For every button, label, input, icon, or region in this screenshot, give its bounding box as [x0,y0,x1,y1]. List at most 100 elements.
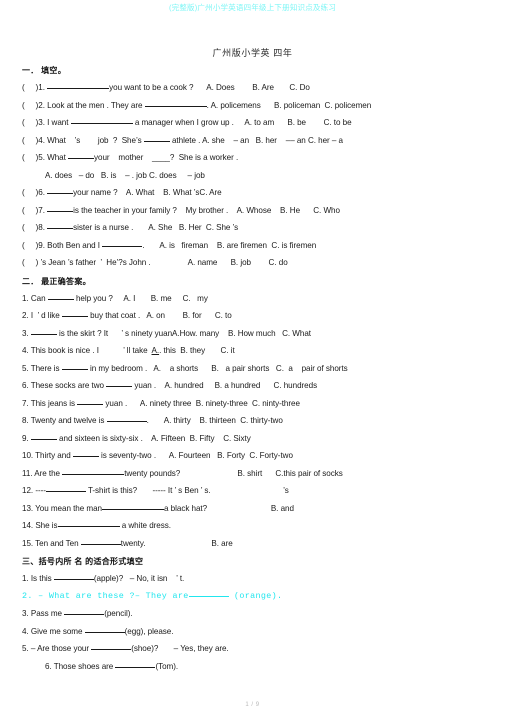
question-text-pre: This book is nice . I ’ ll take [30,346,152,355]
document-page: (完整版)广州小学英语四年级上下册知识点及练习 广州版小学英 四年 一． 填空。… [0,0,505,714]
section-heading-3: 三、括号内所 名 的适合形式填空 [22,557,144,566]
question-text: . A. is fireman B. are firemen C. is fir… [142,240,317,250]
question-text: help you ? A. I B. me C. my [73,293,208,303]
question-text-pre: Thirty and [35,451,73,460]
answer-blank[interactable] [102,238,143,247]
question-line: ( )2. Look at the men . They are . A. po… [0,97,505,115]
question-text: you want to be a cook ? A. Does B. Are C… [109,83,310,92]
question-line: 1. Can help you ? A. I B. me C. my [0,290,505,308]
answer-blank[interactable] [115,659,156,668]
question-number: ( ) [22,258,41,267]
question-text: . A. policemens B. policeman C. policeme… [206,100,372,110]
question-number: 9. [22,433,31,443]
question-number: 7. [22,398,31,408]
question-text-pre: I ’ d like [30,311,62,320]
question-text-pre: These socks are two [30,381,107,390]
answer-blank[interactable] [47,291,74,300]
answer-blank[interactable] [106,413,147,422]
answer-blank[interactable] [47,203,74,212]
question-number: 1. [22,574,31,583]
answer-blank[interactable] [53,571,94,580]
question-line: ( )7. is the teacher in your family ? My… [0,202,505,220]
answer-blank[interactable] [188,588,229,597]
question-text: your mother ____? She is a worker . [94,153,239,162]
question-line: 14. She is a white dress. [0,517,505,535]
answer-blank[interactable] [106,378,133,387]
answer-blank[interactable] [61,308,88,317]
question-number: 1. [22,293,31,303]
question-number: 6. [45,661,54,671]
question-text-pre: What ’s job ? She’s [47,135,144,145]
question-number: 12. [22,486,36,495]
answer-blank[interactable] [72,448,99,457]
question-text: a manager when I grow up . A. to am B. b… [132,118,352,127]
question-line: 1. Is this (apple)? – No, it isn ’ t. [0,570,505,588]
answer-blank[interactable] [57,518,120,527]
question-number: ( )5. [22,153,48,162]
section-1-items: ( )1. you want to be a cook ? A. Does B.… [0,79,505,272]
question-line: ( )1. you want to be a cook ? A. Does B.… [0,79,505,97]
question-number: ( )3. [22,118,48,127]
question-line: 4. Give me some (egg), please. [0,623,505,641]
question-text-pre: ---- [35,486,46,495]
answer-blank[interactable] [77,396,104,405]
answer-blank[interactable] [30,431,57,440]
watermark-header: (完整版)广州小学英语四年级上下册知识点及练习 [168,3,337,12]
question-number: 15. [22,538,36,548]
question-text: (egg), please. [124,626,174,636]
question-text: . A. thirty B. thirteen C. thirty-two [146,416,283,425]
answer-blank[interactable] [143,133,170,142]
document-body: 一． 填空。 ( )1. you want to be a cook ? A. … [0,64,505,675]
answer-blank[interactable] [80,536,121,545]
question-text: (shoe)? – Yes, they are. [131,644,229,653]
question-text: (Tom). [155,661,179,671]
question-number: ( )2. [22,100,48,110]
question-number: 6. [22,381,31,390]
question-line: 5. There is in my bedroom . A. a shorts … [0,360,505,378]
answer-blank[interactable] [102,501,165,510]
question-text: buy that coat . A. on B. for C. to [87,311,232,320]
question-text: is seventy-two . A. Fourteen B. Forty C.… [98,451,293,460]
question-text: (orange). [228,590,283,601]
question-text: is the teacher in your family ? My broth… [73,205,340,215]
question-line: 3. Pass me (pencil). [0,605,505,623]
question-text: your name ? A. What B. What ’sC. Are [73,188,222,197]
answer-blank[interactable] [64,606,105,615]
question-text: (pencil). [104,609,133,618]
section-2-items: 1. Can help you ? A. I B. me C. my 2. I ’… [0,290,505,553]
question-line: A. does – do B. is – . job C. does – job [0,167,505,185]
question-line: 2. – What are these ?– They are (orange)… [0,588,505,606]
question-number: ( )7. [22,205,48,215]
answer-blank[interactable] [47,80,110,89]
question-text: A.. this B. they C. it [151,346,235,355]
answer-blank[interactable] [62,466,125,475]
question-line: 15. Ten and Ten twenty. B. are [0,535,505,553]
question-number: ( )6. [22,188,48,197]
question-text: sister is a nurse . A. She B. Her C. She… [73,223,239,232]
question-number: 11. [22,468,35,478]
question-text: yuan . A. ninety three B. ninety-three C… [103,398,300,408]
document-title: 广州版小学英 四年 [212,48,293,58]
answer-blank[interactable] [70,115,133,124]
question-text-pre: Pass me [30,609,65,618]
answer-blank[interactable] [47,185,74,194]
question-number: 5. [22,363,31,373]
answer-blank[interactable] [84,624,125,633]
answer-blank[interactable] [47,220,74,229]
question-number: ( )1. [22,83,48,92]
answer-blank[interactable] [68,150,95,159]
question-text-pre: There is [30,363,62,373]
question-line: ( )6. your name ? A. What B. What ’sC. A… [0,184,505,202]
question-text: a white dress. [119,521,171,530]
question-number: 4. [22,346,31,355]
answer-blank[interactable] [30,326,57,335]
answer-blank[interactable] [144,98,207,107]
question-line: 3. is the skirt ? It ’ s ninety yuanA.Ho… [0,325,505,343]
answer-blank[interactable] [91,641,132,650]
answer-blank[interactable] [45,483,86,492]
question-text-pre: Is this [30,574,54,583]
question-text-pre: Those shoes are [53,661,116,671]
question-line: 6. Those shoes are (Tom). [0,658,505,676]
question-text-pre: – Are those your [30,644,92,653]
answer-blank[interactable] [61,361,88,370]
